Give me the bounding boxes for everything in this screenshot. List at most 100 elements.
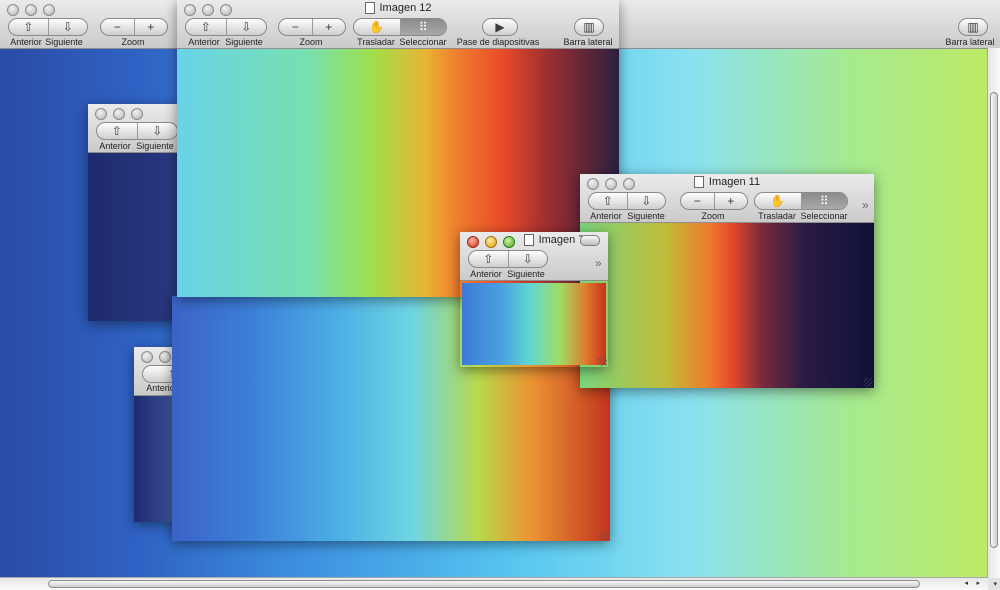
horizontal-scroll-thumb[interactable] [48,580,920,588]
next-button[interactable]: ⇩ [138,123,178,139]
back-window-a-nav-segment: ⇧ ⇩ [96,122,178,140]
move-label: Trasladar [357,37,395,47]
slideshow-label: Pase de diapositivas [456,37,540,47]
previous-button[interactable]: ⇧ [469,251,509,267]
imagen-12-nav-segment: ⇧ ⇩ [185,18,267,36]
imagen-12-zoom-segment: − + [278,18,346,36]
scroll-down-arrow-icon[interactable]: ▾ [993,580,997,588]
previous-button[interactable]: ⇧ [186,19,227,35]
previous-button[interactable]: ⇧ [589,193,628,209]
minimize-button[interactable] [25,4,37,16]
imagen-11-zoom-segment: − + [680,192,748,210]
previous-button[interactable]: ⇧ [97,123,138,139]
imagen-12-titlebar: Imagen 12 ⇧ ⇩ Anterior Siguiente − + Zoo… [177,0,619,49]
minimize-button[interactable] [485,236,497,248]
select-icon: ⠿ [418,20,428,34]
close-button[interactable] [467,236,479,248]
vertical-scrollbar[interactable] [987,48,1000,578]
hand-icon: ✋ [369,20,385,34]
scroll-right-arrow-icon[interactable]: ▸ [976,579,980,587]
zoom-in-button[interactable]: + [715,193,748,209]
slideshow-icon: ▶ [495,20,505,34]
down-arrow-icon: ⇩ [522,252,533,266]
previous-button[interactable]: ⇧ [9,19,49,35]
sidebar-label: Barra lateral [945,37,995,47]
resize-grip-icon[interactable] [864,378,873,387]
vertical-scroll-thumb[interactable] [990,92,998,548]
imagen-7-nav-segment: ⇧ ⇩ [468,250,548,268]
zoom-out-button[interactable]: − [279,19,313,35]
sidebar-icon: ▥ [967,20,979,34]
down-arrow-icon: ⇩ [62,20,73,34]
imagen-11-image [580,223,874,388]
sidebar-icon: ▥ [583,20,595,34]
close-button[interactable] [141,351,153,363]
plus-icon: + [147,20,155,34]
zoom-out-button[interactable]: − [101,19,135,35]
down-arrow-icon: ⇩ [241,20,252,34]
imagen-11-window: Imagen 11 ⇧ ⇩ Anterior Siguiente − + Zoo… [580,174,874,388]
select-tool-button[interactable]: ⠿ [400,19,446,35]
zoom-window-button[interactable] [43,4,55,16]
up-arrow-icon: ⇧ [200,20,211,34]
previous-label: Anterior [470,269,502,279]
next-label: Siguiente [627,211,665,221]
toolbar-overflow-chevron-icon[interactable]: » [595,256,602,270]
minimize-button[interactable] [159,351,171,363]
next-label: Siguiente [225,37,263,47]
imagen-12-tool-segment: ✋ ⠿ [353,18,447,36]
window-title-text: Imagen 12 [379,2,432,14]
zoom-window-button[interactable] [131,108,143,120]
window-title: Imagen 12 [177,2,619,14]
main-sidebar-button[interactable]: ▥ [958,18,988,36]
imagen-7-image [462,283,606,365]
next-label: Siguiente [45,37,83,47]
resize-grip-icon[interactable] [600,531,609,540]
zoom-in-button[interactable]: + [135,19,168,35]
slideshow-button[interactable]: ▶ [482,18,518,36]
document-icon [364,2,375,14]
next-label: Siguiente [507,269,545,279]
minus-icon: − [291,20,299,34]
next-button[interactable]: ⇩ [49,19,88,35]
up-arrow-icon: ⇧ [23,20,34,34]
sidebar-button[interactable]: ▥ [574,18,604,36]
next-label: Siguiente [136,141,174,151]
move-tool-button[interactable]: ✋ [354,19,401,35]
horizontal-scrollbar[interactable]: ◂ ▸ [0,577,988,590]
up-arrow-icon: ⇧ [483,252,494,266]
document-icon [693,176,704,188]
main-zoom-segment: − + [100,18,168,36]
move-label: Trasladar [758,211,796,221]
window-title-text: Imagen 7 [538,234,585,246]
zoom-label: Zoom [299,37,323,47]
toolbar-overflow-chevron-icon[interactable]: » [862,198,869,212]
main-nav-segment: ⇧ ⇩ [8,18,88,36]
back-window-b-controls [141,351,171,363]
next-button[interactable]: ⇩ [227,19,267,35]
move-tool-button[interactable]: ✋ [755,193,802,209]
previous-label: Anterior [99,141,131,151]
next-button[interactable]: ⇩ [509,251,548,267]
zoom-label: Zoom [121,37,145,47]
next-button[interactable]: ⇩ [628,193,666,209]
window-title-text: Imagen 11 [708,176,761,188]
hand-icon: ✋ [770,194,786,208]
select-tool-button[interactable]: ⠿ [801,193,847,209]
previous-label: Anterior [10,37,42,47]
close-button[interactable] [7,4,19,16]
toolbar-toggle-button[interactable] [580,235,600,246]
down-arrow-icon: ⇩ [152,124,163,138]
select-label: Seleccionar [800,211,848,221]
imagen-7-window: Imagen 7 ⇧ ⇩ Anterior Siguiente » [460,232,608,367]
resize-grip-icon[interactable] [598,357,607,366]
zoom-in-button[interactable]: + [313,19,346,35]
zoom-out-button[interactable]: − [681,193,715,209]
imagen-11-titlebar: Imagen 11 ⇧ ⇩ Anterior Siguiente − + Zoo… [580,174,874,223]
scroll-left-arrow-icon[interactable]: ◂ [964,579,968,587]
imagen-11-tool-segment: ✋ ⠿ [754,192,848,210]
close-button[interactable] [95,108,107,120]
minimize-button[interactable] [113,108,125,120]
select-icon: ⠿ [819,194,829,208]
down-arrow-icon: ⇩ [641,194,652,208]
